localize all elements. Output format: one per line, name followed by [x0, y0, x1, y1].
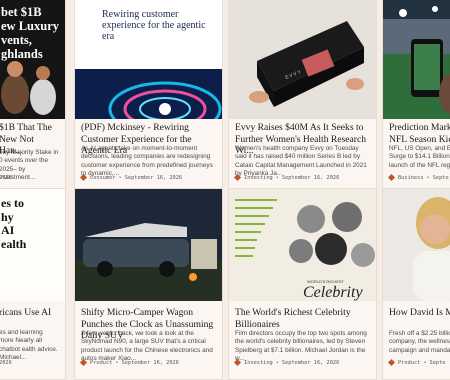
article-excerpt: A few weeks back, we took a look at the … — [81, 330, 213, 362]
article-card-1[interactable]: bet $1B ew Luxury vents, ghlands $1B That T… — [0, 0, 66, 190]
article-date: September 16, 2026 — [121, 360, 179, 366]
article-meta: 2026 — [0, 360, 61, 366]
article-category[interactable]: Business — [398, 175, 424, 181]
article-card-8[interactable]: How David Is Mak Fresh off a $2.25 billi… — [382, 188, 450, 380]
article-category[interactable]: Consumer — [90, 175, 116, 181]
article-excerpt: es and learning more Nearly all chatbot … — [0, 329, 58, 361]
article-meta: 2026 — [0, 175, 61, 181]
article-card-2[interactable]: Rewiring customer experience for the agen… — [74, 0, 223, 190]
article-meta: Investing • September 16, 2026 — [233, 358, 372, 367]
article-thumbnail-5[interactable]: es to hy AI ealth — [0, 189, 65, 301]
category-diamond-icon — [79, 358, 88, 367]
portrait-image — [383, 189, 450, 301]
camper-suv-image — [75, 189, 222, 301]
article-excerpt: Film directors occupy the top two spots … — [235, 330, 367, 362]
thumbnail-headline: Celebrity — [303, 284, 363, 301]
article-meta: Product • Septe — [387, 358, 450, 367]
article-title[interactable]: Prediction Market NFL Season Kicks — [389, 122, 450, 145]
article-card-6[interactable]: Shifty Micro-Camper Wagon Punches the Cl… — [74, 188, 223, 380]
article-category[interactable]: Investing — [244, 175, 273, 181]
article-date: 2026 — [0, 175, 12, 181]
article-excerpt: NFL, US Open, and Espo Surge to $14.1 Bi… — [389, 145, 450, 169]
thumbnail-headline: bet $1B ew Luxury vents, ghlands — [1, 5, 59, 61]
article-excerpt: Women's health company Evvy on Tuesday s… — [235, 145, 367, 177]
article-thumbnail-1[interactable]: bet $1B ew Luxury vents, ghlands — [0, 0, 65, 119]
article-category[interactable]: Product — [90, 360, 112, 366]
article-card-5[interactable]: es to hy AI ealth ricans Use AI es and lear… — [0, 188, 66, 380]
category-diamond-icon — [387, 358, 396, 367]
article-meta: Product • September 16, 2026 — [79, 358, 218, 367]
category-diamond-icon — [233, 358, 242, 367]
article-title[interactable]: The World's Richest Celebrity Billionair… — [235, 307, 370, 330]
product-box-image — [229, 0, 376, 119]
article-thumbnail-4[interactable] — [383, 0, 450, 119]
article-title[interactable]: How David Is Mak — [389, 307, 450, 319]
category-diamond-icon — [387, 173, 396, 182]
article-card-3[interactable]: EVVY Evvy Raises $40M As It Seeks to Fur… — [228, 0, 377, 190]
category-diamond-icon — [233, 173, 242, 182]
article-date: 2026 — [0, 360, 12, 366]
abstract-graphic — [75, 69, 222, 119]
article-title[interactable]: ricans Use AI — [0, 307, 59, 319]
article-category[interactable]: Investing — [244, 360, 273, 366]
thumbnail-headline: Rewiring customer experience for the agen… — [102, 9, 206, 42]
article-card-4[interactable]: Prediction Market NFL Season Kicks NFL, … — [382, 0, 450, 190]
article-category[interactable]: Product — [398, 360, 420, 366]
category-diamond-icon — [79, 173, 88, 182]
article-date: September 16, 2026 — [281, 360, 340, 366]
article-date: Septe — [432, 175, 449, 181]
article-excerpt: Fresh off a $2.25 billion company, the w… — [389, 330, 450, 354]
article-thumbnail-6[interactable] — [75, 189, 222, 301]
article-date: September 16, 2026 — [281, 175, 340, 181]
article-thumbnail-2[interactable]: Rewiring customer experience for the agen… — [75, 0, 222, 119]
article-excerpt: As AI agents take on moment-to-moment de… — [81, 145, 213, 177]
thumbnail-headline: es to hy AI ealth — [1, 196, 27, 251]
article-meta: Investing • September 16, 2026 — [233, 173, 372, 182]
article-date: Septe — [429, 360, 446, 366]
stadium-image — [383, 0, 450, 119]
article-meta: Business • Septe — [387, 173, 450, 182]
article-meta: Consumer • September 16, 2026 — [79, 173, 218, 182]
article-card-7[interactable]: WORLD'S RICHEST Celebrity The World's Ri… — [228, 188, 377, 380]
article-date: September 16, 2026 — [124, 175, 183, 181]
article-thumbnail-7[interactable]: WORLD'S RICHEST Celebrity — [229, 189, 376, 301]
article-thumbnail-8[interactable] — [383, 189, 450, 301]
article-thumbnail-3[interactable]: EVVY — [229, 0, 376, 119]
